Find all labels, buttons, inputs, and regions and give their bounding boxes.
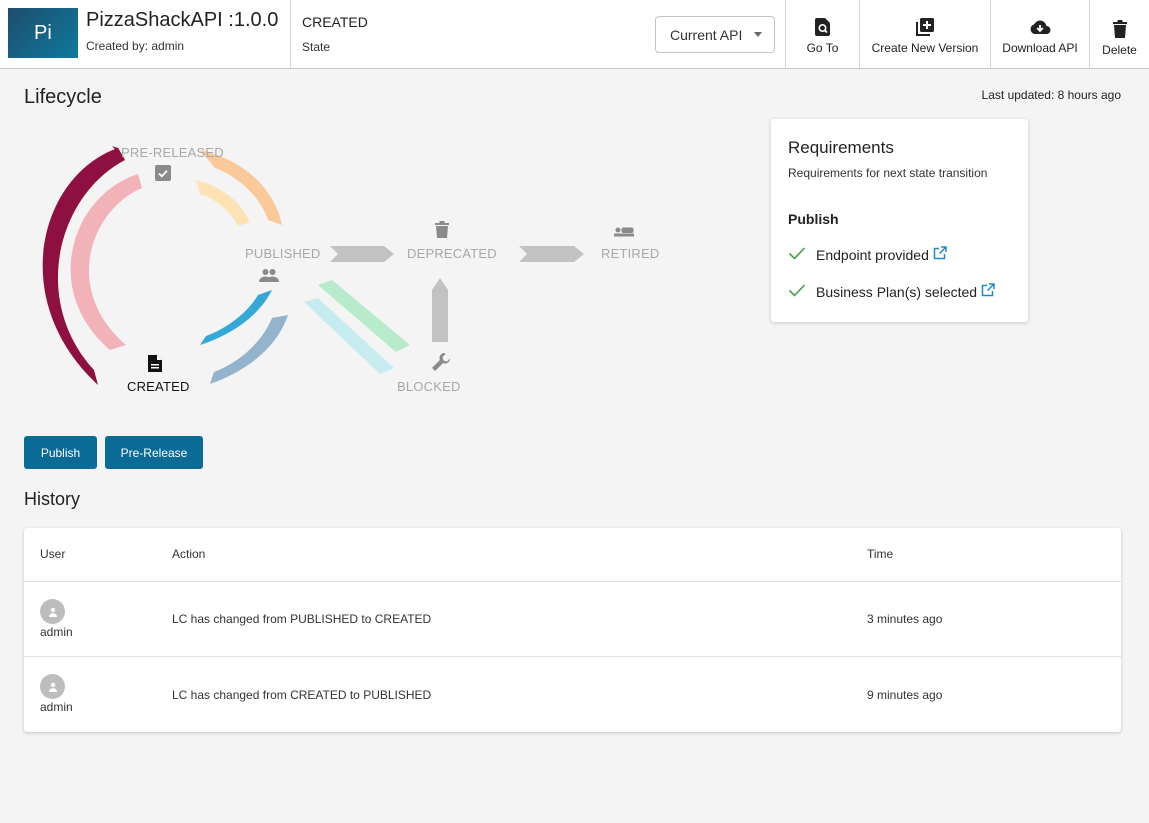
- api-header: Pi PizzaShackAPI :1.0.0 Created by: admi…: [0, 0, 1149, 69]
- last-updated: Last updated: 8 hours ago: [981, 88, 1121, 102]
- state-label: State: [302, 40, 331, 54]
- state-prereleased: PRE-RELEASED: [121, 145, 224, 160]
- people-icon: [259, 268, 279, 287]
- chevron-down-icon: [754, 32, 762, 37]
- library-add-icon: [916, 14, 934, 36]
- state-value: CREATED: [302, 14, 368, 30]
- arc-created-to-prereleased: [70, 174, 142, 350]
- open-in-new-icon[interactable]: [933, 246, 947, 263]
- requirement-label: Endpoint provided: [816, 246, 929, 263]
- search-document-icon: [814, 14, 831, 36]
- api-avatar: Pi: [8, 8, 78, 58]
- cloud-download-icon: [1029, 14, 1051, 36]
- arrow-blocked-to-deprecated: [432, 278, 448, 342]
- user-avatar-icon: [40, 599, 65, 624]
- history-action: LC has changed from CREATED to PUBLISHED: [172, 688, 432, 702]
- state-deprecated: DEPRECATED: [407, 246, 497, 261]
- history-title: History: [24, 489, 81, 509]
- lifecycle-title: Lifecycle: [24, 86, 102, 108]
- document-icon: [148, 355, 162, 377]
- history-table: User Action Time admin LC has changed fr…: [24, 528, 1121, 732]
- lifecycle-arrows: [42, 146, 584, 385]
- lifecycle-diagram: PRE-RELEASED PUBLISHED DEPRECATED RETIRE…: [0, 115, 760, 415]
- column-header-action: Action: [172, 547, 206, 561]
- requirements-card: Requirements Requirements for next state…: [771, 119, 1028, 322]
- trash-icon: [435, 221, 449, 243]
- trash-icon: [1112, 16, 1127, 38]
- checkbox-icon: [155, 165, 171, 186]
- state-published: PUBLISHED: [245, 246, 321, 261]
- api-title: PizzaShackAPI :1.0.0: [86, 9, 279, 31]
- download-api-label: Download API: [1002, 40, 1078, 55]
- create-new-version-label: Create New Version: [871, 40, 979, 55]
- goto-label: Go To: [806, 40, 839, 55]
- goto-button[interactable]: Go To: [786, 0, 859, 68]
- arc-created-to-published: [200, 290, 272, 345]
- requirement-label: Business Plan(s) selected: [816, 283, 978, 300]
- requirements-section: Publish: [788, 211, 839, 227]
- user-avatar-icon: [40, 674, 65, 699]
- arc-published-to-created: [210, 315, 288, 384]
- state-created: CREATED: [127, 379, 190, 394]
- requirement-business-plan: Business Plan(s) selected: [788, 283, 995, 300]
- column-header-time: Time: [867, 547, 894, 561]
- delete-button[interactable]: Delete: [1090, 0, 1149, 68]
- state-retired: RETIRED: [601, 246, 660, 261]
- row-divider: [24, 581, 1121, 582]
- column-header-user: User: [40, 547, 66, 561]
- history-time: 3 minutes ago: [867, 612, 943, 626]
- create-new-version-button[interactable]: Create New Version: [860, 0, 990, 68]
- requirement-endpoint: Endpoint provided: [788, 246, 947, 263]
- history-time: 9 minutes ago: [867, 688, 943, 702]
- check-icon: [788, 283, 808, 300]
- pre-release-button[interactable]: Pre-Release: [105, 436, 203, 469]
- bed-icon: [614, 224, 634, 242]
- version-select[interactable]: Current API: [655, 16, 775, 53]
- wrench-icon: [431, 352, 451, 377]
- divider: [290, 0, 291, 68]
- created-by: Created by: admin: [86, 39, 185, 53]
- history-action: LC has changed from PUBLISHED to CREATED: [172, 612, 432, 626]
- state-blocked: BLOCKED: [397, 379, 461, 394]
- publish-button[interactable]: Publish: [24, 436, 97, 469]
- history-user: admin: [40, 625, 73, 639]
- history-user: admin: [40, 700, 73, 714]
- arrow-published-to-deprecated: [330, 246, 394, 262]
- download-api-button[interactable]: Download API: [991, 0, 1089, 68]
- requirements-title: Requirements: [788, 138, 894, 157]
- row-divider: [24, 656, 1121, 657]
- api-avatar-text: Pi: [34, 21, 52, 44]
- requirements-subtitle: Requirements for next state transition: [788, 166, 988, 180]
- check-icon: [788, 246, 808, 263]
- delete-label: Delete: [1102, 42, 1137, 57]
- arrow-deprecated-to-retired: [519, 246, 584, 262]
- version-select-value: Current API: [670, 26, 743, 43]
- open-in-new-icon[interactable]: [981, 283, 995, 300]
- arc-published-to-prereleased: [196, 180, 250, 226]
